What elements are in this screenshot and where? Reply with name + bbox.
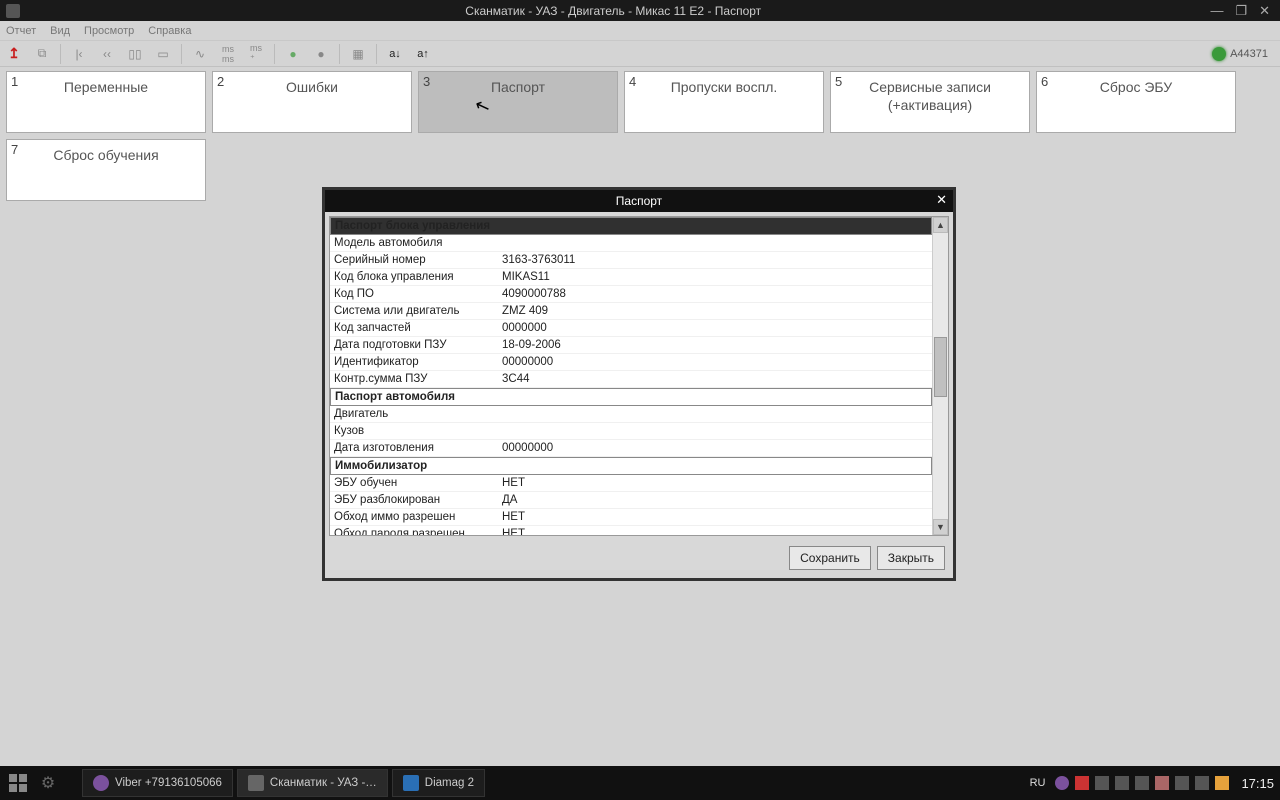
table-row: Система или двигательZMZ 409	[330, 303, 932, 320]
table-row: Двигатель	[330, 406, 932, 423]
scroll-down-icon[interactable]: ▼	[933, 519, 948, 535]
table-row: Модель автомобиля	[330, 235, 932, 252]
tab-errors[interactable]: 2Ошибки	[212, 71, 412, 133]
tab-service[interactable]: 5Сервисные записи (+активация)	[830, 71, 1030, 133]
dialog-scrollbar[interactable]: ▲ ▼	[932, 217, 948, 535]
minimize-button[interactable]: —	[1210, 3, 1223, 19]
table-row: Серийный номер3163-3763011	[330, 252, 932, 269]
tab-grid: 1Переменные 2Ошибки 3Паспорт 4Пропуски в…	[0, 67, 1280, 205]
table-row: ЭБУ обученНЕТ	[330, 475, 932, 492]
scroll-thumb[interactable]	[934, 337, 947, 397]
stop-icon[interactable]: ▭	[153, 44, 173, 64]
table-row: Идентификатор00000000	[330, 354, 932, 371]
app-icon	[6, 4, 20, 18]
pause-icon[interactable]: ▯▯	[125, 44, 145, 64]
menu-report[interactable]: Отчет	[6, 25, 36, 37]
close-dialog-button[interactable]: Закрыть	[877, 546, 945, 570]
viber-icon	[93, 775, 109, 791]
diamag-icon	[403, 775, 419, 791]
tab-reset-ecu[interactable]: 6Сброс ЭБУ	[1036, 71, 1236, 133]
save-button[interactable]: Сохранить	[789, 546, 871, 570]
system-tray: RU 17:15	[1030, 776, 1280, 791]
tray-shield-icon[interactable]	[1215, 776, 1229, 790]
ms-plus-icon[interactable]: ms⁺	[246, 44, 266, 64]
image-icon[interactable]: ▦	[348, 44, 368, 64]
settings-icon[interactable]: ⚙	[36, 773, 60, 793]
first-icon[interactable]: |‹	[69, 44, 89, 64]
connection-ok-icon	[1212, 47, 1226, 61]
window-titlebar: Сканматик - УАЗ - Двигатель - Микас 11 Е…	[0, 0, 1280, 21]
dialog-titlebar[interactable]: Паспорт ✕	[325, 190, 953, 212]
table-row: Код запчастей0000000	[330, 320, 932, 337]
table-row: Код ПО4090000788	[330, 286, 932, 303]
tray-brown-icon[interactable]	[1155, 776, 1169, 790]
tray-gray-icon[interactable]	[1095, 776, 1109, 790]
tray-volume-icon[interactable]	[1195, 776, 1209, 790]
tray-usb-icon[interactable]	[1135, 776, 1149, 790]
toolbar: ↥ ⧉ |‹ ‹‹ ▯▯ ▭ ∿ msms ms⁺ ● ● ▦ a↓ a↑ A4…	[0, 41, 1280, 67]
dialog-title-text: Паспорт	[616, 194, 662, 208]
dialog-close-icon[interactable]: ✕	[936, 192, 947, 208]
record-green-icon[interactable]: ●	[283, 44, 303, 64]
clock[interactable]: 17:15	[1241, 776, 1274, 791]
tray-monitor-icon[interactable]	[1115, 776, 1129, 790]
tab-variables[interactable]: 1Переменные	[6, 71, 206, 133]
close-button[interactable]: ✕	[1259, 3, 1270, 19]
menu-browse[interactable]: Просмотр	[84, 25, 134, 37]
prev-icon[interactable]: ‹‹	[97, 44, 117, 64]
back-icon[interactable]: ↥	[4, 44, 24, 64]
menu-help[interactable]: Справка	[148, 25, 191, 37]
scanmatik-icon	[248, 775, 264, 791]
passport-dialog: Паспорт ✕ Паспорт блока управления Модел…	[322, 187, 956, 581]
table-row: Обход пароля разрешенНЕТ	[330, 526, 932, 536]
section-vehicle-passport: Паспорт автомобиля	[330, 388, 932, 406]
sort-desc-icon[interactable]: a↑	[413, 44, 433, 64]
section-immobilizer: Иммобилизатор	[330, 457, 932, 475]
wave-icon[interactable]: ∿	[190, 44, 210, 64]
tray-red-icon[interactable]	[1075, 776, 1089, 790]
start-button[interactable]	[0, 766, 36, 800]
tray-network-icon[interactable]	[1175, 776, 1189, 790]
menu-view[interactable]: Вид	[50, 25, 70, 37]
table-row: Кузов	[330, 423, 932, 440]
scroll-up-icon[interactable]: ▲	[933, 217, 948, 233]
sort-asc-icon[interactable]: a↓	[385, 44, 405, 64]
taskbar: ⚙ Viber +79136105066 Сканматик - УАЗ -… …	[0, 766, 1280, 800]
ms-icon[interactable]: msms	[218, 44, 238, 64]
taskbar-app-viber[interactable]: Viber +79136105066	[82, 769, 233, 797]
table-row: ЭБУ разблокированДА	[330, 492, 932, 509]
table-row: Дата подготовки ПЗУ18-09-2006	[330, 337, 932, 354]
record-gray-icon[interactable]: ●	[311, 44, 331, 64]
table-row: Дата изготовления00000000	[330, 440, 932, 457]
table-row: Контр.сумма ПЗУ3C44	[330, 371, 932, 388]
tray-viber-icon[interactable]	[1055, 776, 1069, 790]
tab-passport[interactable]: 3Паспорт	[418, 71, 618, 133]
taskbar-app-scanmatik[interactable]: Сканматик - УАЗ -…	[237, 769, 388, 797]
section-ecu-passport: Паспорт блока управления	[330, 217, 932, 235]
copy-icon[interactable]: ⧉	[32, 44, 52, 64]
table-row: Обход иммо разрешенНЕТ	[330, 509, 932, 526]
tab-reset-learn[interactable]: 7Сброс обучения	[6, 139, 206, 201]
tab-misfires[interactable]: 4Пропуски воспл.	[624, 71, 824, 133]
connection-badge: A44371	[1212, 47, 1276, 61]
taskbar-app-diamag[interactable]: Diamag 2	[392, 769, 485, 797]
window-title: Сканматик - УАЗ - Двигатель - Микас 11 Е…	[26, 4, 1200, 18]
maximize-button[interactable]: ❐	[1235, 3, 1247, 19]
menubar: Отчет Вид Просмотр Справка	[0, 21, 1280, 41]
table-row: Код блока управленияMIKAS11	[330, 269, 932, 286]
dialog-body: Паспорт блока управления Модель автомоби…	[329, 216, 949, 536]
language-indicator[interactable]: RU	[1030, 777, 1046, 789]
